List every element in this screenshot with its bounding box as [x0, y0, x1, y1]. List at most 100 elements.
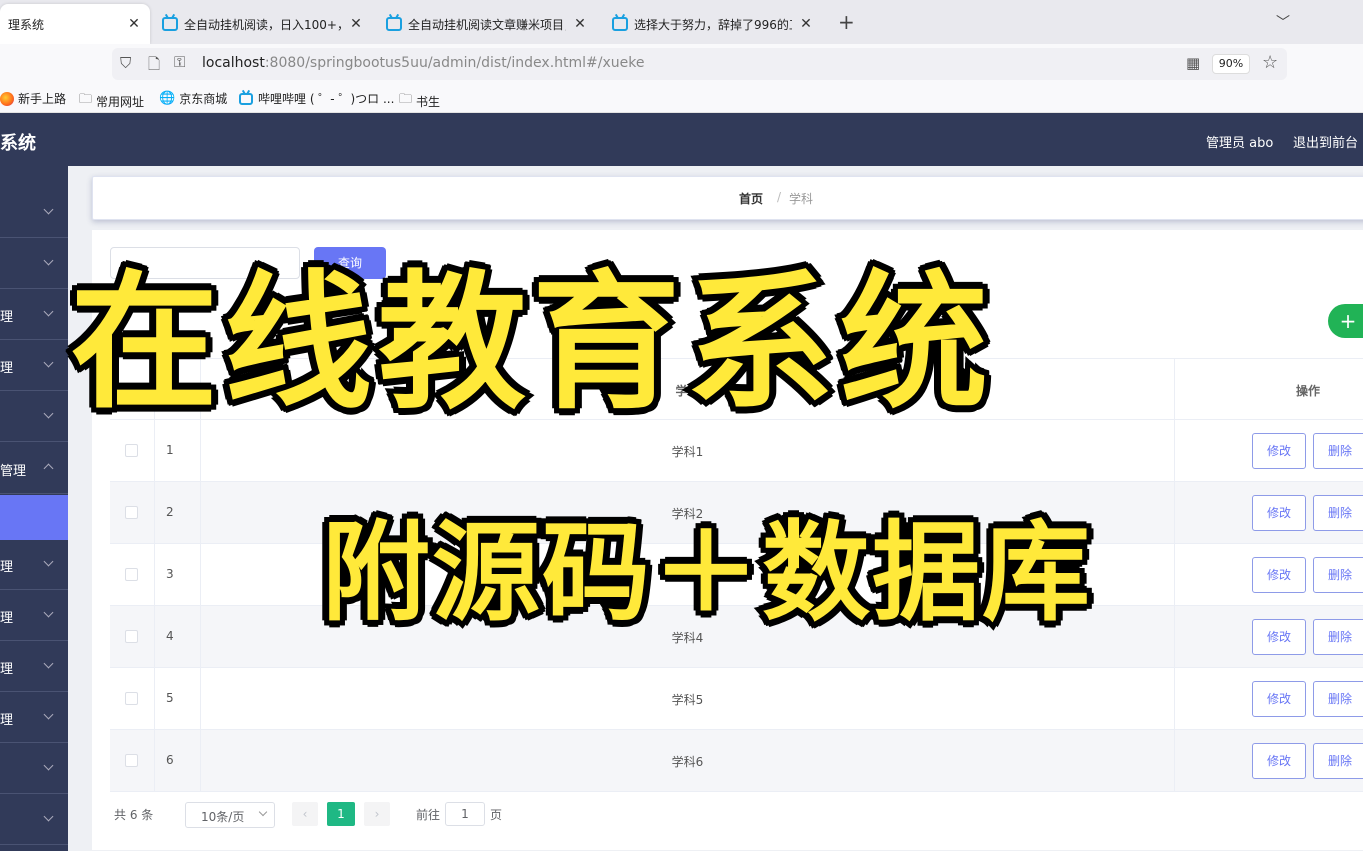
edit-button[interactable]: 修改 — [1252, 619, 1306, 655]
chevron-down-icon[interactable]: ﹀ — [1276, 12, 1290, 32]
browser-tab[interactable]: 全自动挂机阅读，日入100+，适 ✕ — [154, 4, 372, 44]
goto-page-input[interactable]: 1 — [445, 802, 485, 826]
bookmark-item[interactable]: 🌐 京东商城 — [159, 90, 227, 107]
goto-label: 前往 — [416, 808, 441, 822]
row-subject: 学科5 — [671, 693, 704, 707]
row-checkbox[interactable] — [125, 630, 138, 643]
key-icon[interactable]: ⚿ — [174, 53, 185, 71]
sidebar-item-label: 管理 — [0, 464, 27, 479]
chevron-down-icon — [258, 807, 268, 817]
close-icon[interactable]: ✕ — [798, 16, 814, 32]
subject-cell: 学科5 — [201, 668, 1175, 729]
new-tab-icon[interactable]: + — [838, 10, 855, 34]
row-index: 1 — [166, 443, 174, 457]
page-size-value: 10条/页 — [201, 810, 245, 824]
delete-button[interactable]: 删除 — [1313, 495, 1363, 531]
table-row: 5 学科5 修改 删除 — [110, 668, 1363, 730]
close-icon[interactable]: ✕ — [126, 16, 142, 32]
sidebar-item[interactable] — [0, 239, 68, 289]
bookmark-label: 常用网址 — [96, 94, 145, 109]
edit-button[interactable]: 修改 — [1252, 681, 1306, 717]
subject-cell: 学科6 — [201, 730, 1175, 791]
sidebar-item[interactable]: 理 — [0, 341, 68, 391]
row-index: 6 — [166, 753, 174, 767]
row-checkbox[interactable] — [125, 444, 138, 457]
bookmark-label: 新手上路 — [18, 92, 67, 106]
close-icon[interactable]: ✕ — [572, 16, 588, 32]
url-host: localhost — [202, 55, 265, 71]
bookmarks-bar: 新手上路 🗀 常用网址 🌐 京东商城 哔哩哔哩 ( ゜- ゜)つロ ... 🗀 书生 — [0, 84, 1363, 113]
breadcrumb-home[interactable]: 首页 — [739, 190, 763, 207]
bookmark-item[interactable]: 哔哩哔哩 ( ゜- ゜)つロ ... — [239, 90, 394, 107]
delete-button[interactable]: 删除 — [1313, 433, 1363, 469]
sidebar-item-expanded[interactable]: 管理 — [0, 444, 68, 494]
sidebar-item[interactable]: 理 — [0, 591, 68, 641]
chevron-down-icon — [43, 556, 54, 567]
browser-tab[interactable]: 全自动挂机阅读文章赚米项目， ✕ — [378, 4, 596, 44]
pagination-total: 共 6 条 — [114, 808, 154, 822]
row-checkbox[interactable] — [125, 506, 138, 519]
next-page-button[interactable]: › — [364, 802, 390, 826]
sidebar: 理 理 管理 理 理 理 理 — [0, 166, 68, 851]
prev-page-button[interactable]: ‹ — [292, 802, 318, 826]
edit-button[interactable]: 修改 — [1252, 495, 1306, 531]
close-icon[interactable]: ✕ — [348, 16, 364, 32]
delete-button[interactable]: 删除 — [1313, 619, 1363, 655]
sidebar-item[interactable]: 理 — [0, 540, 68, 590]
bookmark-label: 书生 — [416, 94, 441, 109]
bookmark-folder[interactable]: 🗀 书生 — [399, 90, 440, 112]
browser-tab-active[interactable]: 理系统 ✕ — [0, 4, 150, 44]
row-checkbox[interactable] — [125, 568, 138, 581]
chevron-down-icon — [43, 204, 54, 215]
edit-button[interactable]: 修改 — [1252, 433, 1306, 469]
sidebar-item[interactable] — [0, 744, 68, 794]
shield-icon[interactable]: ⛉ — [120, 54, 131, 72]
star-icon[interactable]: ☆ — [1262, 52, 1278, 73]
folder-icon: 🗀 — [79, 92, 93, 107]
sidebar-item-label: 理 — [0, 611, 14, 626]
zoom-level[interactable]: 90% — [1212, 54, 1250, 74]
sidebar-item[interactable]: 理 — [0, 642, 68, 692]
checkbox-cell — [110, 544, 155, 605]
bookmark-folder[interactable]: 🗀 常用网址 — [79, 90, 144, 112]
index-cell: 5 — [155, 668, 201, 729]
row-checkbox[interactable] — [125, 754, 138, 767]
tab-title: 全自动挂机阅读，日入100+，适 — [184, 17, 342, 32]
row-checkbox[interactable] — [125, 692, 138, 705]
chevron-down-icon — [43, 811, 54, 822]
bookmark-label: 哔哩哔哩 ( ゜- ゜)つロ ... — [258, 92, 395, 106]
url-bar[interactable]: ⛉ 🗋 ⚿ localhost:8080/springbootus5uu/adm… — [112, 48, 1287, 80]
current-user: 管理员 abo — [1206, 136, 1274, 151]
bilibili-icon — [239, 92, 253, 105]
edit-button[interactable]: 修改 — [1252, 743, 1306, 779]
tab-title: 理系统 — [8, 17, 45, 32]
sidebar-item[interactable] — [0, 392, 68, 442]
sidebar-item[interactable] — [0, 188, 68, 238]
checkbox-cell — [110, 482, 155, 543]
delete-button[interactable]: 删除 — [1313, 743, 1363, 779]
sidebar-item[interactable]: 理 — [0, 290, 68, 340]
bookmark-item[interactable]: 新手上路 — [0, 90, 66, 107]
index-cell: 3 — [155, 544, 201, 605]
edit-button[interactable]: 修改 — [1252, 557, 1306, 593]
index-cell: 4 — [155, 606, 201, 667]
sidebar-item-label: 理 — [0, 310, 14, 325]
exit-to-frontend-link[interactable]: 退出到前台 — [1293, 132, 1358, 151]
page-size-select[interactable]: 10条/页 — [185, 802, 275, 828]
delete-button[interactable]: 删除 — [1313, 681, 1363, 717]
tab-title: 选择大于努力，辞掉了996的工 — [634, 17, 792, 32]
browser-tab[interactable]: 选择大于努力，辞掉了996的工 ✕ — [604, 4, 822, 44]
current-page-button[interactable]: 1 — [327, 802, 355, 826]
bilibili-icon — [386, 17, 402, 31]
app-title: 系统 — [0, 133, 36, 154]
sidebar-item-label: 理 — [0, 662, 14, 677]
sidebar-item[interactable] — [0, 795, 68, 845]
url-text[interactable]: localhost:8080/springbootus5uu/admin/dis… — [202, 55, 644, 71]
add-button[interactable]: + — [1328, 304, 1363, 338]
delete-button[interactable]: 删除 — [1313, 557, 1363, 593]
chevron-down-icon — [43, 709, 54, 720]
qr-code-icon[interactable]: ▦ — [1186, 54, 1200, 72]
sidebar-item[interactable]: 理 — [0, 693, 68, 743]
sidebar-subitem-active[interactable] — [0, 495, 68, 540]
chevron-up-icon — [43, 463, 54, 474]
